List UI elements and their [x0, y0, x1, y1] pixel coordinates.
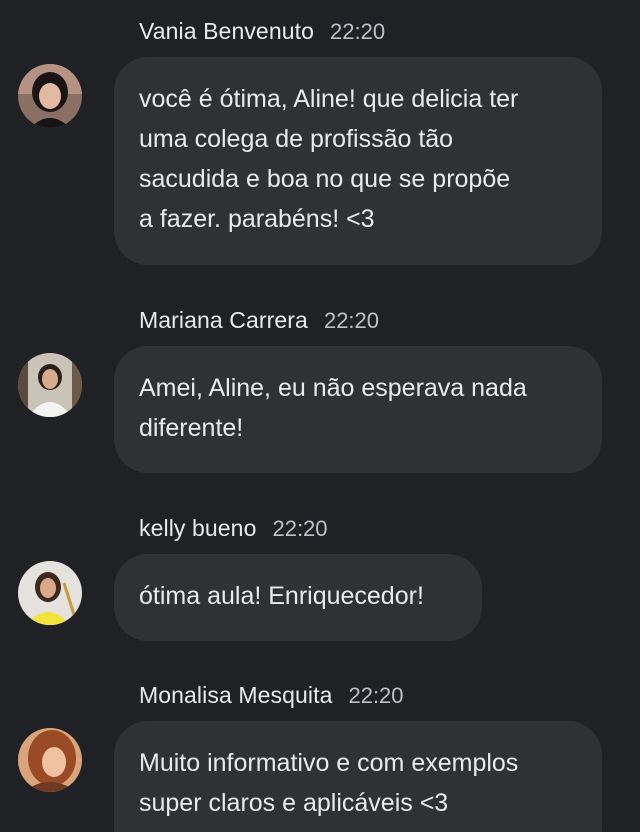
message-header: Monalisa Mesquita 22:20: [139, 682, 404, 709]
message-text-line: a fazer. parabéns! <3: [139, 205, 375, 233]
message-text-line: uma colega de profissão tão: [139, 125, 454, 153]
message-time: 22:20: [323, 308, 380, 333]
message-bubble[interactable]: ótima aula! Enriquecedor!: [114, 554, 482, 641]
author-name[interactable]: kelly bueno: [139, 515, 256, 542]
message-text-line: sacudida e boa no que se propõe: [139, 165, 511, 193]
chat-message-list[interactable]: Vania Benvenuto 22:20 você é ótima, Alin…: [0, 0, 640, 832]
message-bubble[interactable]: Muito informativo e com exemplos super c…: [114, 721, 602, 832]
avatar[interactable]: [18, 728, 82, 792]
message-time: 22:20: [272, 516, 328, 541]
author-name[interactable]: Monalisa Mesquita: [139, 682, 332, 709]
message-bubble[interactable]: você é ótima, Aline! que delicia ter uma…: [114, 57, 602, 265]
author-name[interactable]: Mariana Carrera: [139, 307, 308, 334]
message-text-line: Muito informativo e com exemplos: [139, 749, 519, 777]
message-time: 22:20: [348, 683, 404, 708]
message-text-line: Amei, Aline, eu não esperava nada: [139, 374, 527, 402]
message-text-line: você é ótima, Aline! que delicia ter: [139, 85, 519, 113]
avatar[interactable]: [18, 353, 82, 417]
author-name[interactable]: Vania Benvenuto: [139, 18, 314, 45]
message-header: kelly bueno 22:20: [139, 515, 328, 542]
avatar[interactable]: [18, 561, 82, 625]
avatar-photo-kelly: [18, 561, 82, 625]
message-time: 22:20: [330, 19, 386, 44]
avatar[interactable]: [18, 64, 82, 128]
avatar-photo-vania: [18, 64, 82, 128]
avatar-photo-monalisa: [18, 728, 82, 792]
message-header: Mariana Carrera 22:20: [139, 307, 379, 334]
message-bubble[interactable]: Amei, Aline, eu não esperava nada difere…: [114, 346, 602, 473]
message-text-line: super claros e aplicáveis <3: [139, 789, 449, 817]
avatar-photo-mariana: [18, 353, 82, 417]
message-text-line: ótima aula! Enriquecedor!: [139, 582, 424, 610]
message-header: Vania Benvenuto 22:20: [139, 18, 385, 45]
message-text-line: diferente!: [139, 414, 244, 442]
